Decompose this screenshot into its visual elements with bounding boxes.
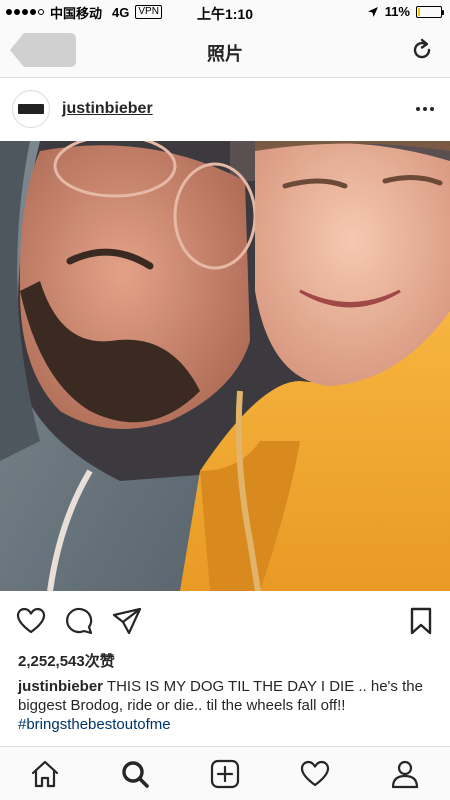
tab-bar [0,746,450,800]
post-username[interactable]: justinbieber [62,100,153,118]
post-header: justinbieber [0,79,450,141]
caption-hashtag[interactable]: #bringsthebestoutofme [18,716,171,733]
add-post-icon[interactable] [210,759,240,789]
home-icon[interactable] [30,759,60,789]
avatar[interactable] [12,90,50,128]
post-actions [0,592,450,648]
comments-peek-text [18,736,22,743]
refresh-icon[interactable] [410,38,434,62]
comments-peek[interactable] [18,736,438,746]
post-photo[interactable] [0,141,450,591]
heart-icon[interactable] [16,606,46,636]
bookmark-icon[interactable] [406,606,436,636]
battery-percent: 11% [384,4,410,19]
post-caption: justinbieber THIS IS MY DOG TIL THE DAY … [18,677,438,734]
nav-bar: 照片 [0,24,450,78]
activity-heart-icon[interactable] [300,759,330,789]
more-options-icon[interactable] [416,107,434,111]
paper-plane-icon[interactable] [112,606,142,636]
battery-level [418,7,421,16]
location-arrow-icon [367,6,378,17]
caption-username[interactable]: justinbieber [18,678,103,695]
like-count[interactable]: 2,252,543次赞 [18,650,115,671]
status-bar: 中国移动 4G VPN 上午1:10 11% [0,0,450,24]
purpose-logo-icon [18,104,44,114]
comment-icon[interactable] [64,606,94,636]
status-right: 11% [367,4,444,19]
page-title: 照片 [207,44,243,64]
search-icon[interactable] [120,759,150,789]
profile-icon[interactable] [390,759,420,789]
battery-icon [416,5,444,18]
